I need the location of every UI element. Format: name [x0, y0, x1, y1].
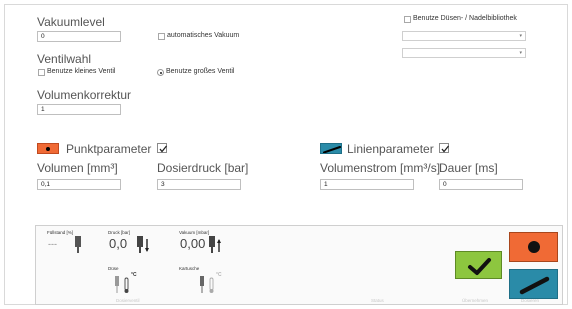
fuellstand-value: ---: [48, 239, 57, 249]
volumenstrom-label: Volumenstrom [mm³/s]: [320, 161, 441, 175]
kartusche-label: Kartusche: [179, 266, 200, 271]
linie-checkbox[interactable]: [439, 143, 450, 153]
footer-status: Status: [371, 298, 384, 303]
vakuum-label: Vakuumlevel: [37, 15, 105, 29]
confirm-button[interactable]: [455, 251, 502, 279]
checkmark-icon: [468, 258, 491, 275]
dispense-line-button[interactable]: [509, 269, 558, 299]
druck-label: Druck [bar]: [108, 230, 131, 235]
dosierdruck-label: Dosierdruck [bar]: [157, 161, 249, 175]
auto-vakuum-checkbox[interactable]: [158, 33, 165, 40]
punkt-checkbox[interactable]: [157, 143, 168, 153]
druck-value: 0,0: [109, 236, 128, 251]
vakuum-input[interactable]: 0: [37, 31, 121, 42]
pressure-down-icon: [137, 236, 149, 253]
volumen-input[interactable]: 0,1: [37, 179, 121, 190]
line-icon: [519, 276, 550, 295]
library-label: Benutze Düsen- / Nadelbibliothek: [413, 15, 517, 22]
vakuum-status-value: 0,00: [180, 236, 206, 251]
check-icon: [441, 145, 450, 153]
small-valve-checkbox[interactable]: [38, 69, 45, 76]
vacuum-up-icon: [209, 236, 221, 253]
library-checkbox[interactable]: [404, 16, 411, 23]
footer-dosierventil: Dosierventil: [116, 298, 140, 303]
check-icon: [159, 145, 168, 153]
linie-label: Linienparameter: [347, 142, 434, 156]
dot-icon: [528, 241, 540, 253]
volumenkorrektur-label: Volumenkorrektur: [37, 88, 132, 102]
auto-vakuum-label: automatisches Vakuum: [167, 32, 240, 39]
volumenkorrektur-input[interactable]: 1: [37, 104, 121, 115]
duese-temp-unit: °C: [131, 272, 137, 278]
dispense-dot-button[interactable]: [509, 232, 558, 262]
linie-icon: [320, 143, 342, 154]
radio-dot: [159, 71, 162, 74]
large-valve-label: Benutze großes Ventil: [166, 68, 235, 75]
punkt-label: Punktparameter: [66, 142, 152, 156]
cartridge-temp-icon: [200, 276, 214, 293]
cartridge-icon: [75, 236, 81, 253]
footer-uebernehmen: Übernehmen: [462, 298, 489, 303]
dosierdruck-input[interactable]: 3: [157, 179, 241, 190]
duese-label: Düse: [108, 266, 119, 271]
nozzle-temp-icon: [115, 276, 129, 293]
chevron-down-icon: ▾: [519, 33, 522, 39]
volumenstrom-input[interactable]: 1: [320, 179, 414, 190]
library-dropdown-1[interactable]: ▾: [402, 31, 526, 41]
large-valve-radio[interactable]: [157, 69, 164, 76]
dauer-input[interactable]: 0: [439, 179, 523, 190]
volumen-label: Volumen [mm³]: [37, 161, 118, 175]
kartusche-temp-unit: °C: [216, 272, 222, 278]
vakuum-status-label: Vakuum [mbar]: [179, 230, 210, 235]
chevron-down-icon: ▾: [519, 50, 522, 56]
ventil-label: Ventilwahl: [37, 52, 92, 66]
dauer-label: Dauer [ms]: [439, 161, 498, 175]
small-valve-label: Benutze kleines Ventil: [47, 68, 116, 75]
library-dropdown-2[interactable]: ▾: [402, 48, 526, 58]
punkt-icon: [37, 143, 59, 154]
fuellstand-label: Füllstand [%]: [47, 230, 74, 235]
